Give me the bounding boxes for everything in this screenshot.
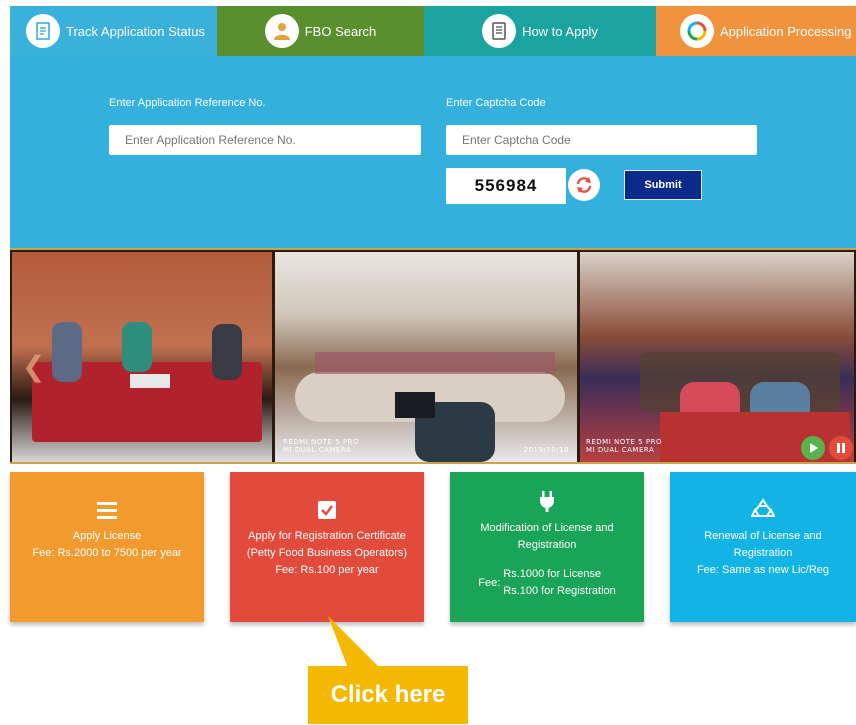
tab-track-application-status[interactable]: Track Application Status <box>10 6 217 56</box>
photo-carousel: REDMI NOTE 5 PRO MI DUAL CAMERA 2019/10/… <box>10 248 856 464</box>
tile-fee: Fee: Rs.2000 to 7500 per year <box>32 547 182 559</box>
carousel-photo-1 <box>12 252 272 462</box>
fee-registration: Rs.100 for Registration <box>503 585 616 597</box>
captcha-input[interactable] <box>446 125 757 155</box>
fee-license: Rs.1000 for License <box>503 568 602 580</box>
person-icon <box>264 14 299 48</box>
photo-watermark: REDMI NOTE 5 PRO MI DUAL CAMERA <box>283 438 359 454</box>
form-icon <box>482 14 517 48</box>
tab-label: Application Processing <box>720 23 852 39</box>
service-tiles: Apply License Fee: Rs.2000 to 7500 per y… <box>10 472 856 624</box>
submit-button[interactable]: Submit <box>624 170 702 200</box>
service-tabs: Track Application Status FBO Search How … <box>10 6 856 56</box>
apply-license-tile[interactable]: Apply License Fee: Rs.2000 to 7500 per y… <box>10 472 204 622</box>
checkbox-icon <box>230 500 424 520</box>
play-icon <box>810 443 818 453</box>
carousel-photo-3: REDMI NOTE 5 PRO MI DUAL CAMERA <box>580 252 854 462</box>
tab-label: Track Application Status <box>66 23 205 39</box>
ref-no-input[interactable] <box>109 125 421 155</box>
tab-label: FBO Search <box>304 23 377 39</box>
photo-watermark: REDMI NOTE 5 PRO MI DUAL CAMERA <box>586 438 662 454</box>
refresh-captcha-button[interactable] <box>568 169 600 201</box>
carousel-play-button[interactable] <box>801 436 825 460</box>
cycle-icon <box>680 14 714 48</box>
tile-fee: Fee: Rs.100 per year <box>275 564 379 576</box>
carousel-photo-2: REDMI NOTE 5 PRO MI DUAL CAMERA 2019/10/… <box>275 252 577 462</box>
pause-icon <box>837 443 845 453</box>
ref-no-label: Enter Application Reference No. <box>109 97 266 109</box>
carousel-pause-button[interactable] <box>829 436 853 460</box>
fee-label: Fee: <box>478 576 501 589</box>
tab-how-to-apply[interactable]: How to Apply <box>424 6 656 56</box>
recycle-icon <box>670 498 856 520</box>
captcha-label: Enter Captcha Code <box>446 97 546 109</box>
tile-fee: Fee: Rs.1000 for License Rs.100 for Regi… <box>450 566 644 600</box>
track-status-form: Enter Application Reference No. Enter Ca… <box>10 56 856 248</box>
click-here-callout: Click here <box>308 614 468 724</box>
tile-title: Apply License <box>72 530 142 542</box>
renewal-tile[interactable]: Renewal of License and Registration Fee:… <box>670 472 856 622</box>
callout-pointer <box>328 616 380 668</box>
modification-tile[interactable]: Modification of License and Registration… <box>450 472 644 622</box>
tab-application-processing[interactable]: Application Processing <box>656 6 856 56</box>
document-icon <box>26 14 60 48</box>
tile-title: Renewal of License and Registration <box>704 530 822 559</box>
tile-title: Modification of License and Registration <box>480 522 614 551</box>
apply-registration-tile[interactable]: Apply for Registration Certificate (Pett… <box>230 472 424 622</box>
tab-fbo-search[interactable]: FBO Search <box>217 6 424 56</box>
click-here-label[interactable]: Click here <box>308 666 468 724</box>
captcha-image: 556984 <box>446 168 566 204</box>
tile-title: Apply for Registration Certificate (Pett… <box>246 530 408 559</box>
carousel-prev-icon[interactable]: ❮ <box>22 350 45 383</box>
photo-date: 2019/10/18 <box>523 446 569 454</box>
refresh-icon <box>576 177 592 193</box>
tab-label: How to Apply <box>522 23 598 39</box>
menu-icon <box>10 500 204 520</box>
plug-icon <box>450 490 644 512</box>
tile-fee: Fee: Same as new Lic/Reg <box>696 564 830 576</box>
